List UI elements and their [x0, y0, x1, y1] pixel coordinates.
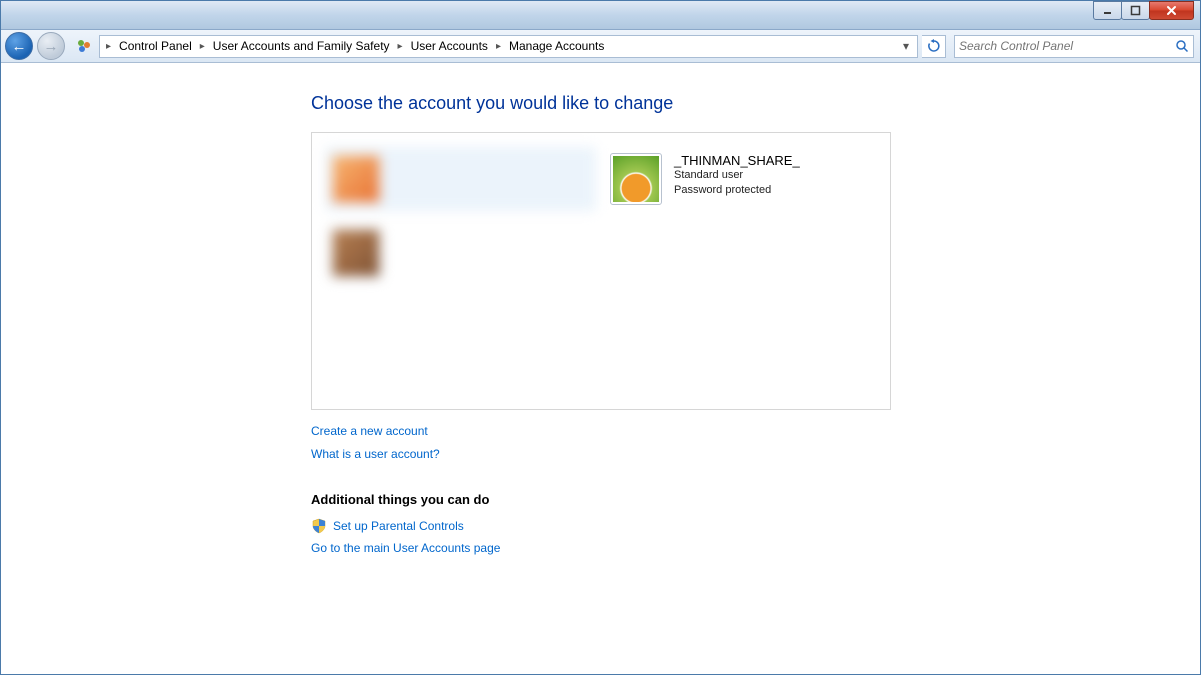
- address-breadcrumb[interactable]: ▸ Control Panel ▸ User Accounts and Fami…: [99, 35, 918, 58]
- refresh-button[interactable]: [922, 35, 946, 58]
- arrow-left-icon: ←: [12, 38, 27, 55]
- maximize-button[interactable]: [1121, 1, 1150, 20]
- navigation-bar: ← → ▸ Control Panel ▸ User Accounts and …: [1, 30, 1200, 63]
- create-account-link[interactable]: Create a new account: [311, 420, 1200, 443]
- content-area: Choose the account you would like to cha…: [1, 63, 1200, 560]
- breadcrumb-item[interactable]: Manage Accounts: [503, 36, 610, 57]
- chevron-right-icon: ▸: [198, 41, 207, 52]
- main-accounts-page-link[interactable]: Go to the main User Accounts page: [311, 537, 1200, 560]
- avatar: [330, 153, 382, 205]
- accounts-list: _THINMAN_SHARE_ Standard user Password p…: [311, 132, 891, 410]
- refresh-icon: [927, 39, 941, 53]
- search-input[interactable]: [959, 39, 1175, 53]
- shield-icon: [311, 518, 327, 534]
- parental-controls-link[interactable]: Set up Parental Controls: [333, 515, 464, 538]
- arrow-right-icon: →: [44, 38, 59, 55]
- what-is-account-link[interactable]: What is a user account?: [311, 443, 1200, 466]
- user-accounts-icon: [75, 37, 93, 55]
- page-title: Choose the account you would like to cha…: [311, 93, 1200, 114]
- search-icon: [1175, 39, 1189, 53]
- avatar: [330, 227, 382, 279]
- breadcrumb-item[interactable]: User Accounts: [405, 36, 494, 57]
- chevron-right-icon: ▸: [494, 41, 503, 52]
- breadcrumb-item[interactable]: Control Panel: [113, 36, 198, 57]
- forward-button[interactable]: →: [37, 32, 65, 60]
- breadcrumb-item[interactable]: User Accounts and Family Safety: [207, 36, 396, 57]
- breadcrumb-dropdown[interactable]: ▾: [897, 39, 915, 53]
- search-box[interactable]: [954, 35, 1194, 58]
- minimize-button[interactable]: [1093, 1, 1122, 20]
- account-tile[interactable]: [326, 221, 596, 285]
- account-type: Standard user: [674, 168, 800, 183]
- chevron-right-icon: ▸: [104, 41, 113, 52]
- additional-section-title: Additional things you can do: [311, 492, 1200, 507]
- account-tile[interactable]: _THINMAN_SHARE_ Standard user Password p…: [606, 147, 876, 211]
- account-status: Password protected: [674, 183, 800, 198]
- account-name: _THINMAN_SHARE_: [674, 153, 800, 168]
- account-tile[interactable]: [326, 147, 596, 211]
- chevron-right-icon: ▸: [396, 41, 405, 52]
- avatar: [610, 153, 662, 205]
- close-button[interactable]: [1149, 1, 1194, 20]
- back-button[interactable]: ←: [5, 32, 33, 60]
- window-titlebar: [1, 1, 1200, 30]
